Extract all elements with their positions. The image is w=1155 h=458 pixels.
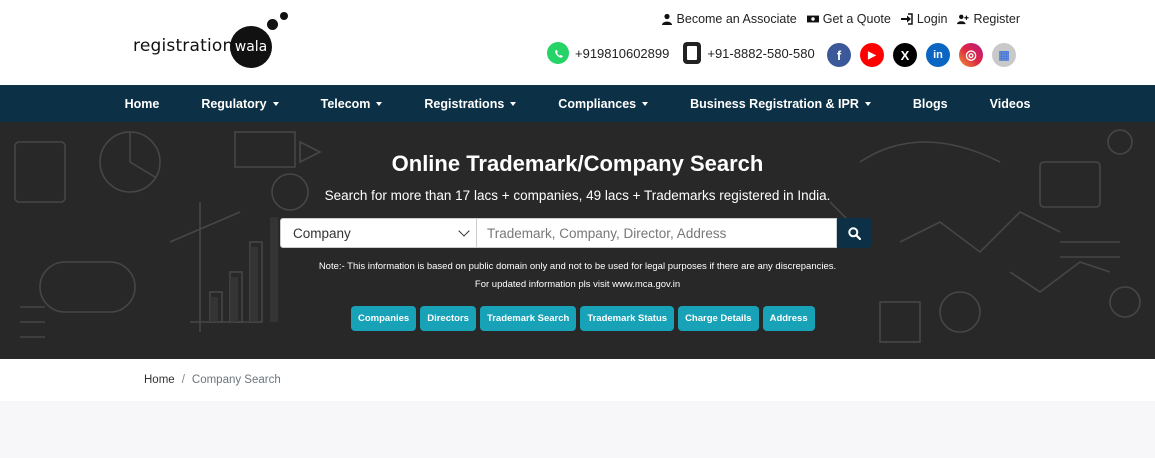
mca-note: For updated information pls visit www.mc…	[474, 279, 681, 290]
search-type-select[interactable]: Company	[280, 218, 477, 248]
login-icon	[900, 13, 913, 25]
search-hero: Online Trademark/Company Search Search f…	[0, 122, 1155, 359]
contact-info: +919810602899 +91-8882-580-580	[547, 42, 815, 64]
disclaimer-note: Note:- This information is based on publ…	[318, 261, 837, 272]
nav-label: Telecom	[320, 96, 371, 111]
logo-circle: wala	[230, 26, 272, 68]
social-links: f ▶ X in ◎ ▦	[827, 43, 1016, 67]
search-button[interactable]	[837, 218, 871, 248]
caret-down-icon	[272, 101, 279, 106]
logo-dot	[267, 19, 278, 30]
search-type-value: Company	[293, 225, 351, 241]
phone-number[interactable]: +91-8882-580-580	[707, 46, 814, 61]
google-business-icon[interactable]: ▦	[992, 43, 1016, 67]
nav-label: Regulatory	[201, 96, 267, 111]
hero-subtitle: Search for more than 17 lacs + companies…	[324, 188, 831, 203]
nav-telecom[interactable]: Telecom	[300, 97, 404, 111]
whatsapp-number[interactable]: +919810602899	[575, 46, 669, 61]
mobile-phone-icon	[683, 42, 702, 64]
login-label: Login	[916, 12, 948, 26]
nav-label: Videos	[989, 96, 1031, 111]
search-icon	[847, 226, 861, 240]
chevron-down-icon	[458, 225, 470, 237]
main-nav: Home Regulatory Telecom Registrations Co…	[0, 85, 1155, 122]
get-quote-label: Get a Quote	[822, 12, 891, 26]
facebook-icon[interactable]: f	[827, 43, 851, 67]
caret-down-icon	[510, 101, 517, 106]
instagram-icon[interactable]: ◎	[959, 43, 983, 67]
page-title: Online Trademark/Company Search	[391, 151, 764, 176]
breadcrumb: Home / Company Search	[0, 359, 1155, 401]
search-bar: Company	[280, 218, 871, 248]
pill-trademark-search[interactable]: Trademark Search	[479, 306, 577, 331]
caret-down-icon	[864, 101, 871, 106]
become-associate-link[interactable]: Become an Associate	[661, 12, 797, 26]
pill-address[interactable]: Address	[762, 306, 815, 331]
login-link[interactable]: Login	[900, 12, 948, 26]
search-category-pills: Companies Directors Trademark Search Tra…	[351, 306, 815, 331]
nav-label: Home	[124, 96, 160, 111]
nav-compliances[interactable]: Compliances	[537, 97, 669, 111]
nav-regulatory[interactable]: Regulatory	[180, 97, 299, 111]
site-header: registration wala Become an Associate Ge…	[0, 0, 1155, 85]
search-input[interactable]	[477, 218, 837, 248]
breadcrumb-home[interactable]: Home	[144, 374, 175, 386]
become-associate-label: Become an Associate	[676, 12, 797, 26]
register-link[interactable]: Register	[957, 12, 1020, 26]
pill-trademark-status[interactable]: Trademark Status	[580, 306, 675, 331]
nav-label: Business Registration & IPR	[690, 96, 859, 111]
logo-dot-small	[280, 12, 288, 20]
nav-business-registration-ipr[interactable]: Business Registration & IPR	[669, 97, 892, 111]
register-label: Register	[973, 12, 1020, 26]
breadcrumb-separator: /	[181, 374, 185, 386]
caret-down-icon	[376, 101, 383, 106]
pill-companies[interactable]: Companies	[351, 306, 417, 331]
logo-word: registration	[133, 36, 234, 56]
nav-blogs[interactable]: Blogs	[892, 97, 969, 111]
nav-label: Blogs	[912, 96, 948, 111]
whatsapp-icon[interactable]	[547, 42, 569, 64]
nav-label: Registrations	[424, 96, 505, 111]
linkedin-icon[interactable]: in	[926, 43, 950, 67]
pill-charge-details[interactable]: Charge Details	[678, 306, 759, 331]
nav-label: Compliances	[558, 96, 637, 111]
money-icon	[806, 15, 819, 23]
caret-down-icon	[642, 101, 649, 106]
nav-registrations[interactable]: Registrations	[403, 97, 537, 111]
youtube-icon[interactable]: ▶	[860, 43, 884, 67]
user-plus-icon	[957, 14, 970, 25]
x-icon[interactable]: X	[893, 43, 917, 67]
nav-videos[interactable]: Videos	[969, 97, 1052, 111]
nav-home[interactable]: Home	[104, 97, 181, 111]
get-quote-link[interactable]: Get a Quote	[806, 12, 891, 26]
registrationwala-logo[interactable]: registration wala	[131, 12, 291, 72]
top-links: Become an Associate Get a Quote Login Re…	[661, 12, 1020, 26]
breadcrumb-current: Company Search	[191, 374, 281, 386]
user-icon	[661, 13, 672, 25]
pill-directors[interactable]: Directors	[420, 306, 476, 331]
